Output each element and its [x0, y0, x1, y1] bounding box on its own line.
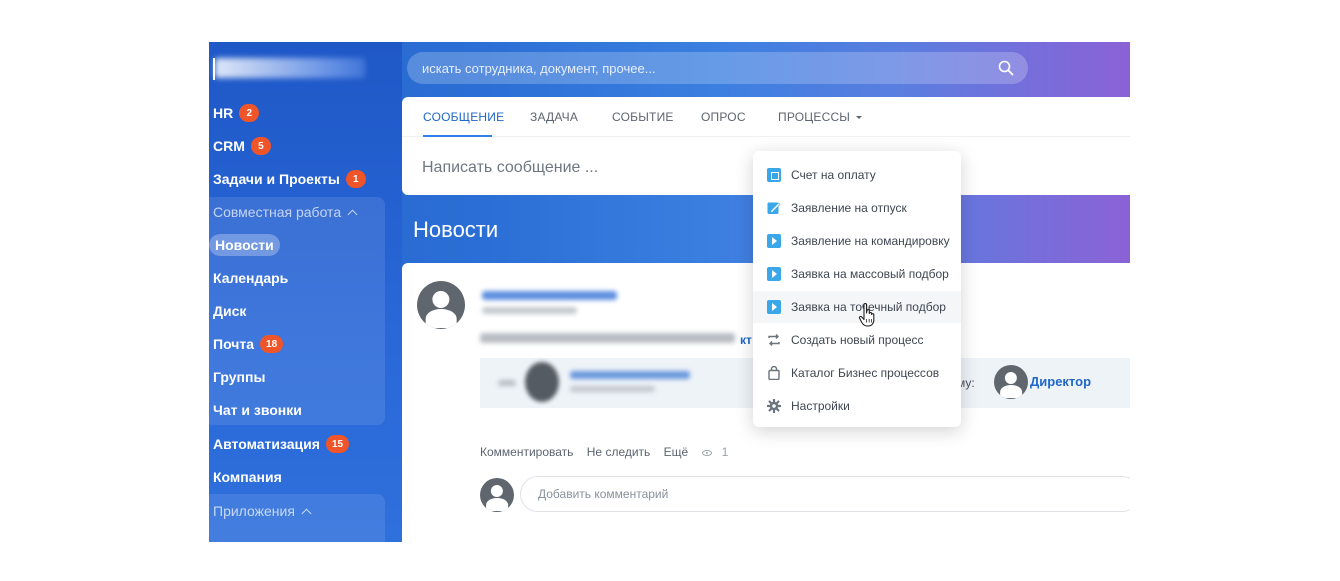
menu-item-label: Заявление на командировку	[791, 234, 950, 248]
attachment-thumbnail	[525, 362, 559, 402]
menu-item-label: Настройки	[791, 399, 850, 413]
sidebar-item-disk[interactable]: Диск	[213, 300, 246, 322]
counter-badge: 5	[250, 137, 271, 155]
active-tab-indicator	[423, 135, 492, 137]
mass-hire-icon	[767, 267, 781, 281]
sidebar-item-label: Компания	[213, 469, 282, 485]
sidebar-item-label: Новости	[215, 237, 274, 253]
sidebar-item-label: Автоматизация	[213, 436, 320, 452]
sidebar-item-label: Чат и звонки	[213, 402, 302, 418]
author-name[interactable]	[482, 291, 617, 300]
chevron-up-icon	[347, 209, 358, 219]
group-title-label: Совместная работа	[213, 204, 342, 220]
menu-item-business-trip[interactable]: Заявление на командировку	[753, 225, 961, 257]
invoice-icon	[767, 168, 781, 182]
sidebar-item-label: Диск	[213, 303, 247, 319]
recipient-name[interactable]: Директор	[1030, 374, 1091, 389]
menu-item-process-catalog[interactable]: Каталог Бизнес процессов	[753, 357, 961, 389]
sidebar-item-calendar[interactable]: Календарь	[213, 267, 288, 289]
group-title-label: Приложения	[213, 503, 295, 519]
counter-badge: 18	[260, 335, 284, 353]
menu-item-label: Заявка на массовый подбор	[791, 267, 949, 281]
attachment-arrow	[498, 380, 516, 386]
sidebar-item-tasks[interactable]: Задачи и Проекты 1	[213, 168, 366, 190]
menu-item-point-hiring[interactable]: Заявка на точечный подбор	[753, 291, 961, 323]
tab-processes-label: ПРОЦЕССЫ	[778, 110, 851, 124]
search-input[interactable]	[422, 60, 982, 76]
page-title: Новости	[413, 217, 499, 242]
post-link-fragment[interactable]: кт	[740, 333, 752, 347]
hand-cursor-icon	[858, 302, 875, 327]
menu-item-vacation[interactable]: Заявление на отпуск	[753, 192, 961, 224]
sidebar-item-chat[interactable]: Чат и звонки	[213, 399, 302, 421]
menu-item-mass-hiring[interactable]: Заявка на массовый подбор	[753, 258, 961, 290]
search-icon[interactable]	[998, 60, 1014, 76]
bag-icon	[768, 366, 780, 380]
attachment-title[interactable]	[570, 371, 690, 379]
menu-item-label: Заявление на отпуск	[791, 201, 907, 215]
trip-icon	[767, 234, 781, 248]
app-window: HR 2 CRM 5 Задачи и Проекты 1 Совместная…	[209, 42, 1130, 542]
sidebar-item-label: Календарь	[213, 270, 289, 286]
more-link[interactable]: Ещё	[664, 445, 689, 459]
sidebar-item-mail[interactable]: Почта 18	[213, 333, 284, 355]
counter-badge: 1	[345, 170, 366, 188]
sidebar-item-label: Группы	[213, 369, 266, 385]
sidebar-item-label: HR	[213, 105, 234, 121]
views-counter: 1	[701, 445, 739, 459]
sidebar-group-title-collab[interactable]: Совместная работа	[213, 201, 358, 223]
unfollow-link[interactable]: Не следить	[587, 445, 651, 459]
gear-icon	[767, 399, 781, 413]
sidebar-item-label: CRM	[213, 138, 245, 154]
menu-item-settings[interactable]: Настройки	[753, 390, 961, 422]
edit-icon	[767, 202, 781, 214]
company-logo[interactable]	[215, 58, 365, 78]
composer-tabs: СООБЩЕНИЕ ЗАДАЧА СОБЫТИЕ ОПРОС ПРОЦЕССЫ	[402, 97, 1130, 137]
loop-icon	[768, 334, 780, 346]
point-hire-icon	[767, 300, 781, 314]
menu-item-label: Каталог Бизнес процессов	[791, 366, 940, 380]
message-input[interactable]: Написать сообщение ...	[422, 159, 598, 177]
counter-badge: 2	[239, 104, 260, 122]
comment-input[interactable]	[538, 487, 1038, 501]
sidebar-item-company[interactable]: Компания	[213, 466, 282, 488]
sidebar-item-groups[interactable]: Группы	[213, 366, 265, 388]
menu-item-label: Создать новый процесс	[791, 333, 924, 347]
sidebar-item-crm[interactable]: CRM 5	[213, 135, 271, 157]
menu-item-label: Счет на оплату	[791, 168, 876, 182]
tab-message[interactable]: СООБЩЕНИЕ	[423, 110, 504, 124]
eye-icon	[701, 449, 712, 456]
search-bar	[407, 52, 1028, 84]
tab-processes[interactable]: ПРОЦЕССЫ	[778, 110, 863, 124]
menu-item-new-process[interactable]: Создать новый процесс	[753, 324, 961, 356]
caret-down-icon	[856, 116, 863, 120]
post-text	[480, 333, 735, 343]
tab-task[interactable]: ЗАДАЧА	[530, 110, 578, 124]
chevron-up-icon	[301, 508, 312, 518]
comment-box	[520, 476, 1130, 512]
processes-dropdown: Счет на оплату Заявление на отпуск Заявл…	[753, 151, 961, 427]
tab-event[interactable]: СОБЫТИЕ	[612, 110, 674, 124]
author-avatar[interactable]	[417, 281, 465, 329]
attachment-subtitle	[570, 386, 655, 392]
post-meta	[482, 307, 577, 314]
sidebar-item-label: Задачи и Проекты	[213, 171, 340, 187]
sidebar-item-label: Почта	[213, 336, 255, 352]
sidebar-item-automation[interactable]: Автоматизация 15	[213, 433, 350, 455]
sidebar: HR 2 CRM 5 Задачи и Проекты 1 Совместная…	[209, 42, 402, 542]
sidebar-item-hr[interactable]: HR 2	[213, 102, 260, 124]
sidebar-group-title-apps[interactable]: Приложения	[213, 500, 312, 522]
current-user-avatar	[480, 478, 514, 512]
tab-poll[interactable]: ОПРОС	[701, 110, 746, 124]
views-count: 1	[721, 445, 729, 459]
counter-badge: 15	[325, 435, 350, 453]
sidebar-item-news[interactable]: Новости	[209, 234, 280, 256]
post-actions: Комментировать Не следить Ещё 1	[480, 445, 748, 459]
comment-link[interactable]: Комментировать	[480, 445, 573, 459]
menu-item-invoice[interactable]: Счет на оплату	[753, 159, 961, 191]
recipient-avatar[interactable]	[994, 365, 1028, 399]
